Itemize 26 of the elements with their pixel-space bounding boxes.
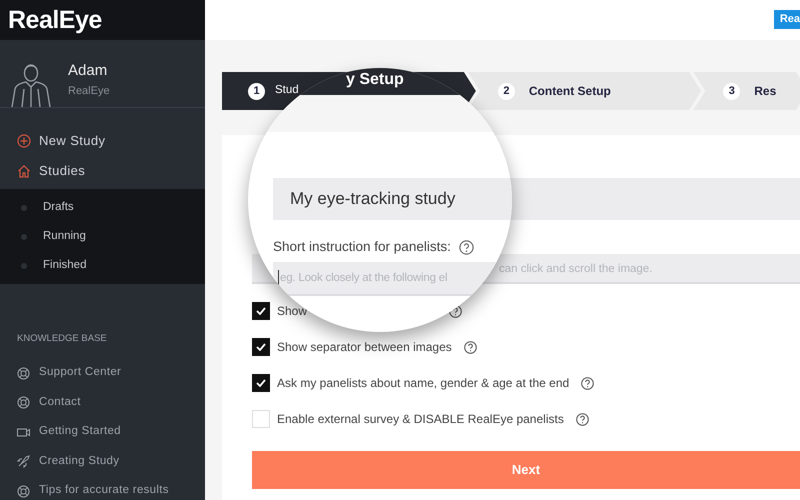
- field-label: Short instruction for panelists:: [273, 238, 451, 256]
- help-link[interactable]: Contact: [0, 388, 205, 418]
- option-label: Enable external survey & DISABLE RealEye panelists: [277, 411, 564, 428]
- step-number: 1: [248, 82, 265, 100]
- logo: RealEye: [0, 0, 205, 40]
- option-label: Show separator between images: [277, 339, 452, 356]
- sidebar-item[interactable]: New Study: [0, 126, 205, 156]
- step-tab[interactable]: 3 Res: [693, 72, 800, 110]
- help-link[interactable]: Creating Study: [0, 446, 205, 476]
- sidebar-item[interactable]: Studies: [0, 156, 205, 186]
- header-button[interactable]: Rea: [774, 10, 800, 29]
- study-name-field[interactable]: My eye-tracking study: [273, 178, 512, 220]
- step-tab[interactable]: 2 Content Setup: [468, 72, 702, 110]
- sidebar-subitem[interactable]: Finished: [21, 251, 205, 280]
- help-link[interactable]: Support Center: [0, 358, 205, 388]
- organization-name: RealEye: [68, 84, 110, 98]
- step-number: 3: [723, 82, 740, 100]
- sidebar-subitem[interactable]: Drafts: [21, 193, 205, 222]
- option-label: Ask my panelists about name, gender & age at the end: [277, 375, 570, 392]
- user-name: Adam: [68, 61, 108, 81]
- section-heading: KNOWLEDGE BASE: [16, 332, 108, 346]
- sidebar-subitem[interactable]: Running: [21, 222, 205, 251]
- option-label: Show: [277, 303, 308, 320]
- step-number: 2: [498, 82, 515, 100]
- help-link[interactable]: Tips for accurate results: [0, 476, 205, 500]
- help-link[interactable]: Getting Started: [0, 417, 205, 447]
